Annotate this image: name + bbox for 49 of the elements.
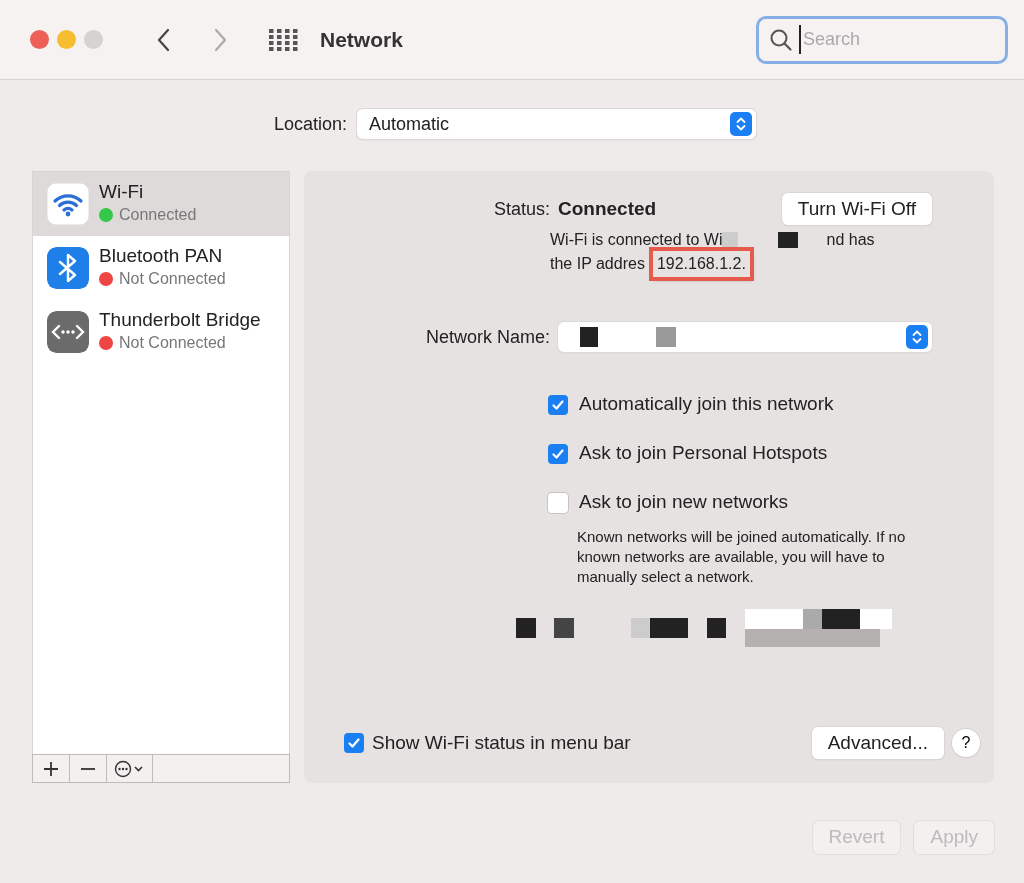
network-name-dropdown[interactable]	[558, 322, 932, 352]
help-button[interactable]: ?	[952, 728, 980, 757]
checkmark-icon	[347, 735, 361, 750]
show-status-label: Show Wi-Fi status in menu bar	[372, 730, 631, 755]
service-status: Connected	[119, 205, 197, 226]
back-button[interactable]	[157, 27, 171, 52]
plus-icon	[42, 759, 60, 778]
service-status: Not Connected	[119, 333, 226, 354]
location-dropdown[interactable]: Automatic	[357, 109, 757, 139]
search-icon	[769, 27, 793, 52]
status-message: nd has	[826, 230, 875, 250]
location-label: Location:	[273, 112, 348, 136]
minus-icon	[81, 767, 95, 770]
turn-wifi-off-button[interactable]: Turn Wi-Fi Off	[781, 192, 932, 226]
status-label: Status:	[492, 197, 550, 221]
ellipsis-icon	[113, 759, 146, 778]
option-label: Ask to join new networks	[579, 490, 789, 515]
stepper-icon	[730, 112, 753, 136]
bluetooth-icon	[47, 247, 89, 289]
checkbox[interactable]	[548, 492, 568, 513]
wifi-icon	[47, 183, 89, 225]
close-button[interactable]	[30, 30, 49, 49]
bridge-icon	[47, 311, 89, 353]
service-status: Not Connected	[119, 269, 226, 290]
checkmark-icon	[551, 446, 565, 461]
forward-button[interactable]	[213, 27, 227, 52]
option-label: Ask to join Personal Hotspots	[579, 441, 828, 466]
checkbox[interactable]	[548, 394, 568, 415]
search-box[interactable]: Search	[756, 15, 1008, 64]
checkbox[interactable]	[344, 732, 364, 753]
checkbox[interactable]	[548, 443, 568, 464]
search-field[interactable]: Search	[799, 25, 979, 54]
checkmark-icon	[551, 397, 565, 412]
option-label: Automatically join this network	[579, 392, 834, 417]
service-item[interactable]: Thunderbolt Bridge Not Connected	[33, 300, 289, 364]
service-name: Thunderbolt Bridge	[99, 308, 261, 332]
advanced-button[interactable]: Advanced...	[811, 726, 944, 759]
help-text: Known networks will be joined automatically. If no known networks are available, you will have to manually select a network.	[577, 527, 907, 587]
window-title: Network	[320, 26, 403, 53]
status-message: Wi-Fi is connected to Wi	[550, 230, 723, 250]
network-name-label: Network Name:	[424, 325, 550, 349]
service-item[interactable]: Wi-Fi Connected	[33, 172, 289, 236]
stepper-icon	[906, 325, 928, 349]
status-value: Connected	[558, 196, 657, 221]
grid-icon[interactable]	[269, 28, 298, 51]
status-message: the IP addres	[550, 254, 645, 274]
service-name: Wi-Fi	[99, 180, 145, 204]
service-name: Bluetooth PAN	[99, 244, 224, 268]
service-item[interactable]: Bluetooth PAN Not Connected	[33, 236, 289, 300]
